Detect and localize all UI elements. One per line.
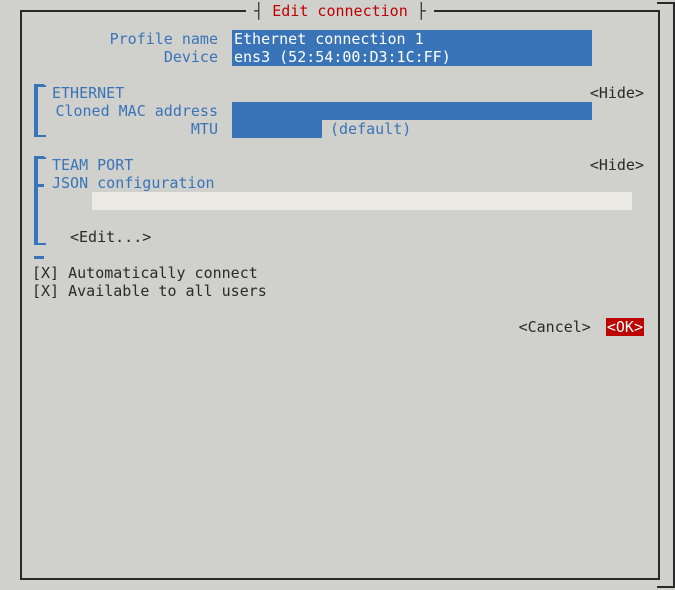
team-port-section: TEAM PORT <Hide> JSON configuration <Edi… — [32, 156, 648, 246]
section-bracket-icon — [34, 156, 42, 246]
mtu-label: MTU — [52, 120, 232, 138]
dialog-title-bar: ┤ Edit connection ├ — [22, 2, 658, 20]
all-users-label: Available to all users — [68, 282, 267, 300]
dialog-title: Edit connection — [272, 2, 407, 20]
mtu-row: MTU (default) — [52, 120, 648, 138]
auto-connect-checkbox[interactable]: [X] Automatically connect — [32, 264, 648, 282]
device-label: Device — [32, 48, 232, 66]
ethernet-hide-button[interactable]: <Hide> — [590, 84, 648, 102]
team-port-section-title: TEAM PORT — [52, 156, 133, 174]
profile-name-row: Profile name Ethernet connection 1 — [32, 30, 648, 48]
cloned-mac-label: Cloned MAC address — [52, 102, 232, 120]
dialog-buttons: <Cancel> <OK> — [32, 318, 648, 336]
edit-json-button[interactable]: <Edit...> — [70, 228, 648, 246]
ethernet-section: ETHERNET <Hide> Cloned MAC address MTU (… — [32, 84, 648, 138]
all-users-checkbox[interactable]: [X] Available to all users — [32, 282, 648, 300]
mtu-hint: (default) — [330, 120, 411, 138]
options-group: [X] Automatically connect [X] Available … — [32, 264, 648, 300]
device-row: Device ens3 (52:54:00:D3:1C:FF) — [32, 48, 648, 66]
ok-button[interactable]: <OK> — [606, 318, 644, 336]
profile-name-input[interactable]: Ethernet connection 1 — [232, 30, 592, 48]
cloned-mac-row: Cloned MAC address — [52, 102, 648, 120]
screen: ┤ Edit connection ├ Profile name Etherne… — [0, 0, 675, 590]
checkbox-mark: [X] — [32, 264, 68, 282]
ethernet-section-title: ETHERNET — [52, 84, 124, 102]
mtu-input[interactable] — [232, 120, 322, 138]
cloned-mac-input[interactable] — [232, 102, 592, 120]
profile-name-label: Profile name — [32, 30, 232, 48]
outer-frame-fragment — [657, 586, 675, 588]
title-divider-right: ├ — [417, 2, 426, 20]
team-port-hide-button[interactable]: <Hide> — [590, 156, 648, 174]
json-config-label: JSON configuration — [52, 174, 648, 192]
device-input[interactable]: ens3 (52:54:00:D3:1C:FF) — [232, 48, 592, 66]
auto-connect-label: Automatically connect — [68, 264, 258, 282]
title-divider-left: ┤ — [254, 2, 272, 20]
json-config-input[interactable] — [92, 192, 632, 210]
edit-connection-dialog: ┤ Edit connection ├ Profile name Etherne… — [20, 10, 660, 580]
checkbox-mark: [X] — [32, 282, 68, 300]
cancel-button[interactable]: <Cancel> — [519, 318, 591, 336]
section-bracket-icon — [34, 84, 42, 138]
